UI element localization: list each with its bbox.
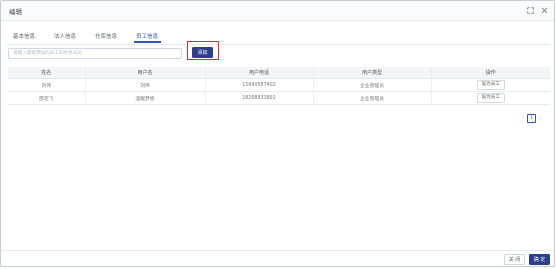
column-header-action: 操作 [431,67,550,79]
dialog-titlebar: 编辑 [1,1,554,21]
table-header-row: 姓名 用户名 用户电话 用户类型 操作 [8,67,550,79]
tab-basic-info[interactable]: 基本信息 [13,32,35,40]
add-button[interactable]: 添加 [192,47,213,58]
dialog-footer: 关 闭 确 定 [1,250,554,269]
cell-username: 刘伟 [85,78,206,92]
set-as-staff-button[interactable]: 设为员工 [476,80,505,90]
table-row: 刘伟 刘伟 15990587402 企业管理员 设为员工 [8,78,550,92]
confirm-button[interactable]: 确 定 [529,254,550,265]
column-header-phone: 用户电话 [205,67,314,79]
table-row: 邵定飞 温暖梦想 18268833892 企业管理员 设为员工 [8,91,550,105]
cell-name: 刘伟 [8,78,86,92]
tab-bar: 基本信息 法人信息 仓库信息 员工信息 [7,30,550,45]
cell-phone: 15990587402 [205,78,314,92]
cell-action: 设为员工 [431,78,550,92]
tab-warehouse-info[interactable]: 仓库信息 [95,32,117,40]
prev-page-icon[interactable]: ‹ [522,115,524,121]
next-page-icon[interactable]: › [539,115,541,121]
close-button[interactable]: 关 闭 [504,254,525,265]
cell-name: 邵定飞 [8,91,86,105]
edit-dialog: 编辑 基本信息 法人信息 仓库信息 员工信息 添加 姓名 用户名 用户电话 用户… [0,0,555,267]
tab-staff-info[interactable]: 员工信息 [136,32,158,40]
cell-phone: 18268833892 [205,91,314,105]
column-header-name: 姓名 [8,67,86,79]
page-number-current[interactable]: 1 [527,113,536,123]
close-icon[interactable] [538,4,550,16]
set-as-staff-button[interactable]: 设为员工 [476,93,505,103]
active-tab-indicator [134,41,161,43]
cell-username: 温暖梦想 [85,91,206,105]
cell-type: 企业管理员 [313,78,432,92]
pagination: ‹ 1 › [522,113,541,123]
cell-action: 设为员工 [431,91,550,105]
column-header-type: 用户类型 [313,67,432,79]
tab-legal-person-info[interactable]: 法人信息 [54,32,76,40]
column-header-username: 用户名 [85,67,206,79]
staff-table: 姓名 用户名 用户电话 用户类型 操作 刘伟 刘伟 15990587402 企业… [8,67,550,105]
phone-search-input[interactable] [8,48,182,59]
dialog-title: 编辑 [9,8,22,16]
cell-type: 企业管理员 [313,91,432,105]
expand-icon[interactable] [524,4,536,16]
